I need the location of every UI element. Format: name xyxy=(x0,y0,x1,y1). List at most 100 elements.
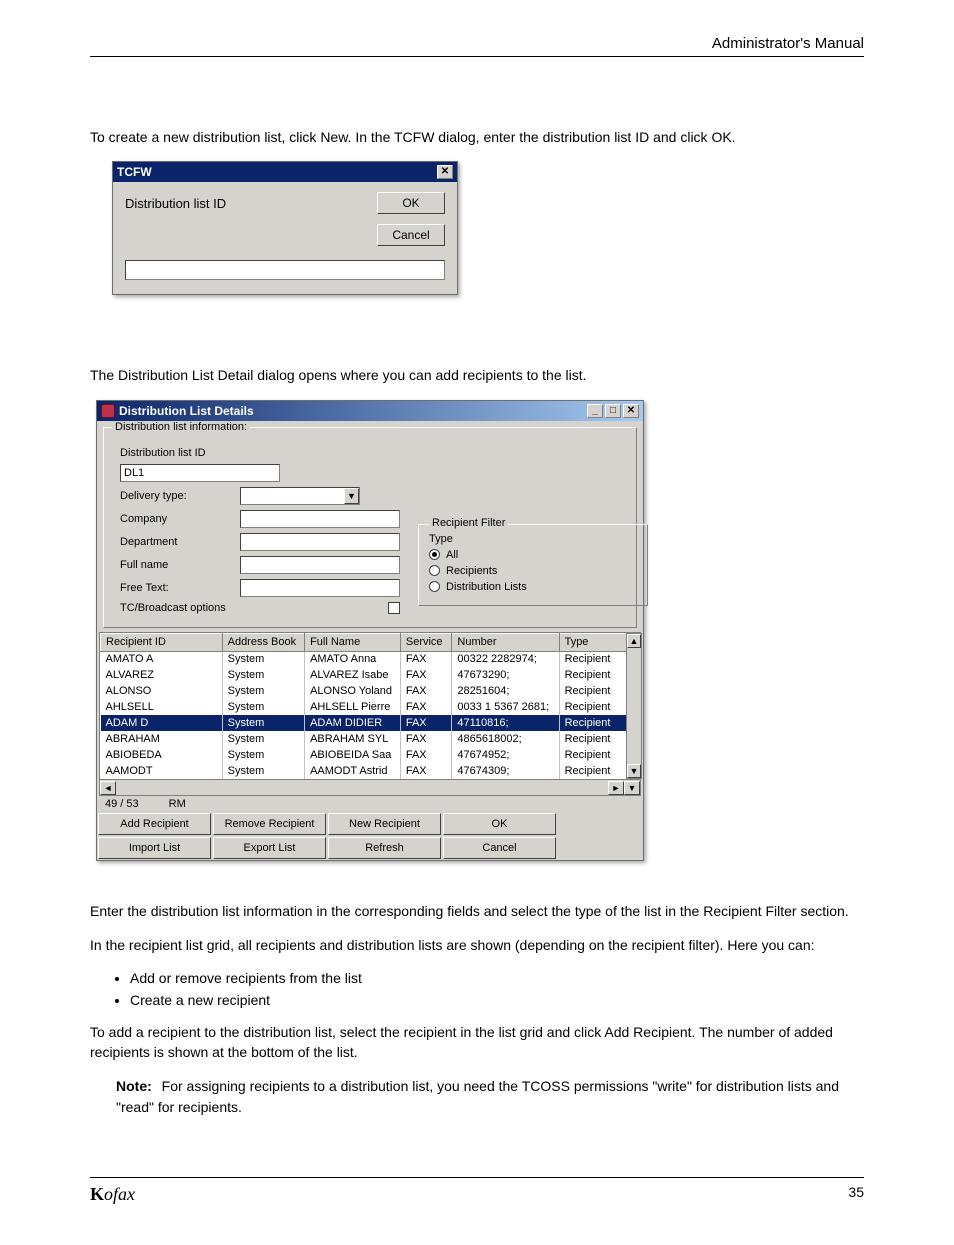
footer-brand: Kofax xyxy=(90,1184,135,1205)
status-count: 49 / 53 xyxy=(105,798,139,810)
tc-broadcast-label: TC/Broadcast options xyxy=(120,602,226,614)
distribution-list-id-label: Distribution list ID xyxy=(125,196,226,211)
cancel-button[interactable]: Cancel xyxy=(377,224,445,246)
status-mode: RM xyxy=(169,798,186,810)
note-text: For assigning recipients to a distributi… xyxy=(116,1078,839,1114)
table-row[interactable]: AHLSELLSystemAHLSELL PierreFAX0033 1 536… xyxy=(101,699,640,715)
table-cell: AMATO Anna xyxy=(305,651,401,667)
table-cell: System xyxy=(222,651,304,667)
table-cell: ALONSO xyxy=(101,683,223,699)
filter-type-label: Type xyxy=(429,533,637,545)
table-cell: AAMODT xyxy=(101,763,223,779)
dld-titlebar: Distribution List Details _ □ ✕ xyxy=(97,401,643,421)
recipient-filter-group: Recipient Filter Type All Recipients xyxy=(418,524,648,606)
export-list-button[interactable]: Export List xyxy=(213,837,326,859)
recipient-filter-legend: Recipient Filter xyxy=(429,517,508,529)
table-cell: AHLSELL xyxy=(101,699,223,715)
group-legend: Distribution list information: xyxy=(112,421,250,433)
intro-paragraph: To create a new distribution list, click… xyxy=(90,127,864,147)
fullname-field[interactable] xyxy=(240,556,400,574)
delivery-type-label: Delivery type: xyxy=(120,490,230,502)
scroll-menu-icon[interactable]: ▼ xyxy=(624,781,640,795)
mid-paragraph: The Distribution List Detail dialog open… xyxy=(90,365,864,385)
table-cell: 28251604; xyxy=(452,683,559,699)
chevron-down-icon[interactable]: ▼ xyxy=(344,488,359,504)
filter-all-radio[interactable]: All xyxy=(429,549,637,561)
distribution-list-details-dialog: Distribution List Details _ □ ✕ Distribu… xyxy=(96,400,644,862)
table-row[interactable]: ABRAHAMSystemABRAHAM SYLFAX4865618002;Re… xyxy=(101,731,640,747)
table-cell: FAX xyxy=(400,715,452,731)
vertical-scrollbar[interactable]: ▲ ▼ xyxy=(626,633,642,780)
filter-distlists-radio[interactable]: Distribution Lists xyxy=(429,581,637,593)
scroll-down-icon[interactable]: ▼ xyxy=(627,764,641,778)
table-cell: System xyxy=(222,731,304,747)
horizontal-scrollbar[interactable]: ◄ ► ▼ xyxy=(100,779,640,795)
table-cell: System xyxy=(222,699,304,715)
column-header[interactable]: Full Name xyxy=(305,633,401,651)
table-row[interactable]: ADAM DSystemADAM DIDIERFAX47110816;Recip… xyxy=(101,715,640,731)
page-header: Administrator's Manual xyxy=(90,35,864,57)
after-paragraph-3: To add a recipient to the distribution l… xyxy=(90,1022,864,1063)
freetext-field[interactable] xyxy=(240,579,400,597)
delivery-type-select[interactable] xyxy=(240,487,360,505)
table-cell: 47110816; xyxy=(452,715,559,731)
fullname-label: Full name xyxy=(120,559,230,571)
maximize-icon[interactable]: □ xyxy=(605,404,621,418)
note-label: Note: xyxy=(116,1078,152,1094)
import-list-button[interactable]: Import List xyxy=(98,837,211,859)
recipient-table: Recipient IDAddress BookFull NameService… xyxy=(99,632,641,797)
table-row[interactable]: ALVAREZSystemALVAREZ IsabeFAX47673290;Re… xyxy=(101,667,640,683)
refresh-button[interactable]: Refresh xyxy=(328,837,441,859)
table-row[interactable]: AMATO ASystemAMATO AnnaFAX00322 2282974;… xyxy=(101,651,640,667)
close-icon[interactable]: ✕ xyxy=(623,404,639,418)
ok-button[interactable]: OK xyxy=(377,192,445,214)
table-cell: AHLSELL Pierre xyxy=(305,699,401,715)
distribution-list-id-input[interactable] xyxy=(125,260,445,280)
add-recipient-button[interactable]: Add Recipient xyxy=(98,813,211,835)
table-cell: FAX xyxy=(400,731,452,747)
footer-page-number: 35 xyxy=(848,1184,864,1205)
column-header[interactable]: Service xyxy=(400,633,452,651)
close-icon[interactable]: ✕ xyxy=(437,165,453,179)
dl-id-field[interactable] xyxy=(120,464,280,482)
table-row[interactable]: ABIOBEDASystemABIOBEIDA SaaFAX47674952;R… xyxy=(101,747,640,763)
button-row: Add Recipient Remove Recipient New Recip… xyxy=(97,812,643,860)
table-cell: 47674952; xyxy=(452,747,559,763)
status-bar: 49 / 53 RM xyxy=(97,796,643,812)
table-row[interactable]: ALONSOSystemALONSO YolandFAX28251604;Rec… xyxy=(101,683,640,699)
filter-all-label: All xyxy=(446,549,458,561)
dld-cancel-button[interactable]: Cancel xyxy=(443,837,556,859)
dld-title: Distribution List Details xyxy=(119,404,254,418)
table-cell: System xyxy=(222,715,304,731)
dld-titlebar-icon xyxy=(101,404,115,418)
table-cell: FAX xyxy=(400,683,452,699)
minimize-icon[interactable]: _ xyxy=(587,404,603,418)
freetext-label: Free Text: xyxy=(120,582,230,594)
dld-ok-button[interactable]: OK xyxy=(443,813,556,835)
new-recipient-button[interactable]: New Recipient xyxy=(328,813,441,835)
column-header[interactable]: Recipient ID xyxy=(101,633,223,651)
company-field[interactable] xyxy=(240,510,400,528)
table-cell: AMATO A xyxy=(101,651,223,667)
scroll-left-icon[interactable]: ◄ xyxy=(100,781,116,795)
after-paragraph-2: In the recipient list grid, all recipien… xyxy=(90,935,864,955)
table-cell: ALONSO Yoland xyxy=(305,683,401,699)
department-field[interactable] xyxy=(240,533,400,551)
tc-broadcast-checkbox[interactable] xyxy=(388,602,400,614)
bullet-list: Add or remove recipients from the list C… xyxy=(130,970,864,1008)
table-row[interactable]: AAMODTSystemAAMODT AstridFAX47674309;Rec… xyxy=(101,763,640,779)
scroll-up-icon[interactable]: ▲ xyxy=(627,634,641,648)
filter-recipients-radio[interactable]: Recipients xyxy=(429,565,637,577)
table-cell: ABIOBEIDA Saa xyxy=(305,747,401,763)
table-cell: AAMODT Astrid xyxy=(305,763,401,779)
tcfw-dialog: TCFW ✕ Distribution list ID OK Cancel xyxy=(112,161,458,295)
table-cell: System xyxy=(222,747,304,763)
column-header[interactable]: Number xyxy=(452,633,559,651)
remove-recipient-button[interactable]: Remove Recipient xyxy=(213,813,326,835)
table-cell: 47673290; xyxy=(452,667,559,683)
column-header[interactable]: Address Book xyxy=(222,633,304,651)
table-cell: 0033 1 5367 2681; xyxy=(452,699,559,715)
page-footer: Kofax 35 xyxy=(90,1177,864,1205)
table-cell: 00322 2282974; xyxy=(452,651,559,667)
scroll-right-icon[interactable]: ► xyxy=(608,781,624,795)
